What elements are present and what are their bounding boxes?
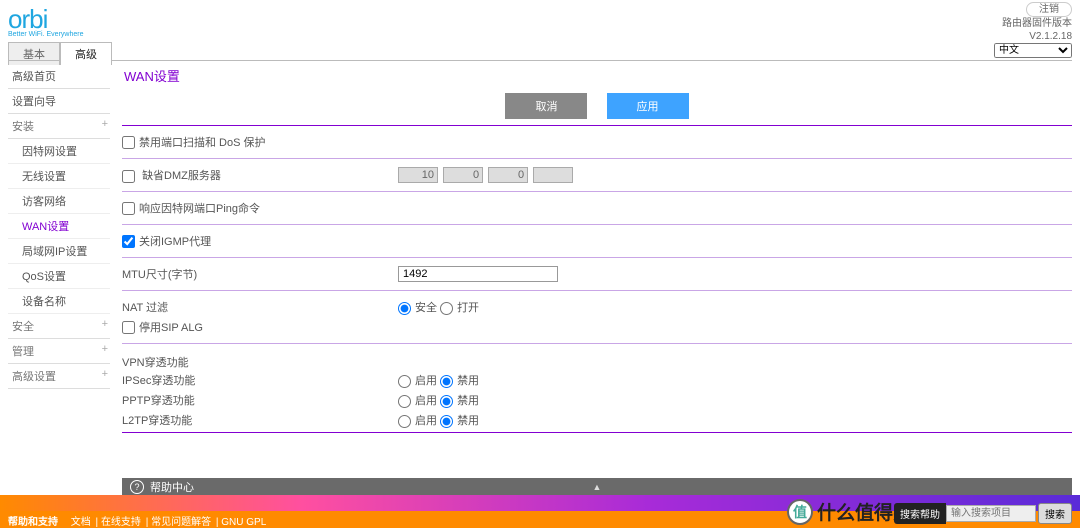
page-title: WAN设置 (122, 64, 1072, 93)
plus-icon: + (102, 343, 108, 355)
cancel-button[interactable]: 取消 (505, 93, 587, 119)
sidebar-item-lan[interactable]: 局域网IP设置 (8, 239, 110, 264)
radio-ipsec-disable[interactable] (440, 375, 453, 388)
sidebar-group-security[interactable]: 安全+ (8, 314, 110, 339)
sidebar-item-devname[interactable]: 设备名称 (8, 289, 110, 314)
main-content: WAN设置 取消 应用 禁用端口扫描和 DoS 保护 缺省DMZ服务器 响应因特… (122, 64, 1072, 478)
brand-tagline: Better WiFi. Everywhere (8, 31, 83, 38)
divider (122, 290, 1072, 291)
footer-link-gpl[interactable]: GNU GPL (221, 517, 266, 528)
checkbox-igmp[interactable] (122, 235, 135, 248)
sidebar-item-home[interactable]: 高级首页 (8, 64, 110, 89)
divider (122, 191, 1072, 192)
sidebar-item-internet[interactable]: 因特网设置 (8, 139, 110, 164)
search-button[interactable]: 搜索 (1038, 503, 1072, 524)
vpn-header: VPN穿透功能 (122, 350, 1072, 370)
sidebar-group-management[interactable]: 管理+ (8, 339, 110, 364)
sidebar: 高级首页 设置向导 安装+ 因特网设置 无线设置 访客网络 WAN设置 局域网I… (8, 64, 110, 389)
checkbox-respond-ping[interactable] (122, 202, 135, 215)
radio-pptp-disable[interactable] (440, 395, 453, 408)
label-nat: NAT 过滤 (122, 299, 398, 315)
row-disable-portscan: 禁用端口扫描和 DoS 保护 (122, 132, 1072, 152)
search-input[interactable] (946, 505, 1036, 522)
row-default-dmz: 缺省DMZ服务器 (122, 165, 1072, 185)
radio-pptp-enable[interactable] (398, 395, 411, 408)
search-label: 搜索帮助 (894, 503, 946, 524)
footer-link-doc[interactable]: 文档 (71, 517, 91, 528)
label-default-dmz: 缺省DMZ服务器 (142, 170, 221, 182)
radio-nat-safe[interactable] (398, 302, 411, 315)
row-igmp: 关闭IGMP代理 (122, 231, 1072, 251)
help-icon: ? (130, 480, 144, 494)
radio-l2tp-disable[interactable] (440, 415, 453, 428)
radio-nat-open[interactable] (440, 302, 453, 315)
dmz-ip-2[interactable] (443, 167, 483, 183)
label-sip-alg: 停用SIP ALG (139, 319, 203, 335)
label-vpn-l2tp: L2TP穿透功能 (122, 412, 398, 428)
help-bar[interactable]: ? 帮助中心 ▲ (122, 478, 1072, 495)
header-right: 注销 路由器固件版本 V2.1.2.18 中文 (994, 2, 1072, 58)
label-vpn-pptp: PPTP穿透功能 (122, 392, 398, 408)
row-sip-alg: 停用SIP ALG (122, 317, 1072, 337)
language-select[interactable]: 中文 (994, 43, 1072, 58)
brand-logo: orbi Better WiFi. Everywhere (8, 4, 83, 38)
sidebar-group-adv[interactable]: 高级设置+ (8, 364, 110, 389)
sidebar-item-qos[interactable]: QoS设置 (8, 264, 110, 289)
plus-icon: + (102, 318, 108, 330)
apply-button[interactable]: 应用 (607, 93, 689, 119)
radio-l2tp-enable[interactable] (398, 415, 411, 428)
label-mtu: MTU尺寸(字节) (122, 266, 398, 282)
checkbox-default-dmz[interactable] (122, 170, 135, 183)
row-respond-ping: 响应因特网端口Ping命令 (122, 198, 1072, 218)
row-vpn-pptp: PPTP穿透功能 启用 禁用 (122, 390, 1072, 410)
row-mtu: MTU尺寸(字节) (122, 264, 1072, 284)
input-mtu[interactable] (398, 266, 558, 282)
checkbox-disable-portscan[interactable] (122, 136, 135, 149)
watermark-badge: 值 (787, 499, 813, 525)
sidebar-group-install[interactable]: 安装+ (8, 114, 110, 139)
help-title: 帮助中心 (150, 479, 194, 495)
label-igmp: 关闭IGMP代理 (139, 233, 211, 249)
row-vpn-ipsec: IPSec穿透功能 启用 禁用 (122, 370, 1072, 390)
divider (122, 125, 1072, 126)
fw-label: 路由器固件版本 (1002, 18, 1072, 29)
checkbox-sip-alg[interactable] (122, 321, 135, 334)
footer-support: 帮助和支持 (8, 517, 58, 528)
sidebar-item-wizard[interactable]: 设置向导 (8, 89, 110, 114)
sidebar-item-wan[interactable]: WAN设置 (8, 214, 110, 239)
dmz-ip-3[interactable] (488, 167, 528, 183)
button-row: 取消 应用 (122, 93, 1072, 119)
chevron-up-icon: ▲ (593, 482, 602, 492)
divider (122, 158, 1072, 159)
footer-link-faq[interactable]: 常见问题解答 (151, 517, 211, 528)
dmz-ip-4[interactable] (533, 167, 573, 183)
label-respond-ping: 响应因特网端口Ping命令 (139, 200, 260, 216)
plus-icon: + (102, 368, 108, 380)
divider (122, 432, 1072, 433)
divider (122, 343, 1072, 344)
footer-link-online[interactable]: 在线支持 (101, 517, 141, 528)
tab-basic[interactable]: 基本 (8, 42, 60, 65)
label-vpn-ipsec: IPSec穿透功能 (122, 372, 398, 388)
fw-version: V2.1.2.18 (1029, 31, 1072, 42)
label-disable-portscan: 禁用端口扫描和 DoS 保护 (139, 134, 266, 150)
sidebar-item-guest[interactable]: 访客网络 (8, 189, 110, 214)
logout-button[interactable]: 注销 (1026, 2, 1072, 17)
top-tabs: 基本 高级 (8, 42, 112, 65)
divider (122, 224, 1072, 225)
plus-icon: + (102, 118, 108, 130)
sidebar-item-wireless[interactable]: 无线设置 (8, 164, 110, 189)
divider (122, 257, 1072, 258)
row-nat: NAT 过滤 安全 打开 (122, 297, 1072, 317)
tab-advanced[interactable]: 高级 (60, 42, 112, 65)
row-vpn-l2tp: L2TP穿透功能 启用 禁用 (122, 410, 1072, 430)
radio-ipsec-enable[interactable] (398, 375, 411, 388)
tabs-underline (8, 60, 1072, 61)
dmz-ip-1[interactable] (398, 167, 438, 183)
help-search: 搜索帮助 搜索 (894, 503, 1072, 524)
